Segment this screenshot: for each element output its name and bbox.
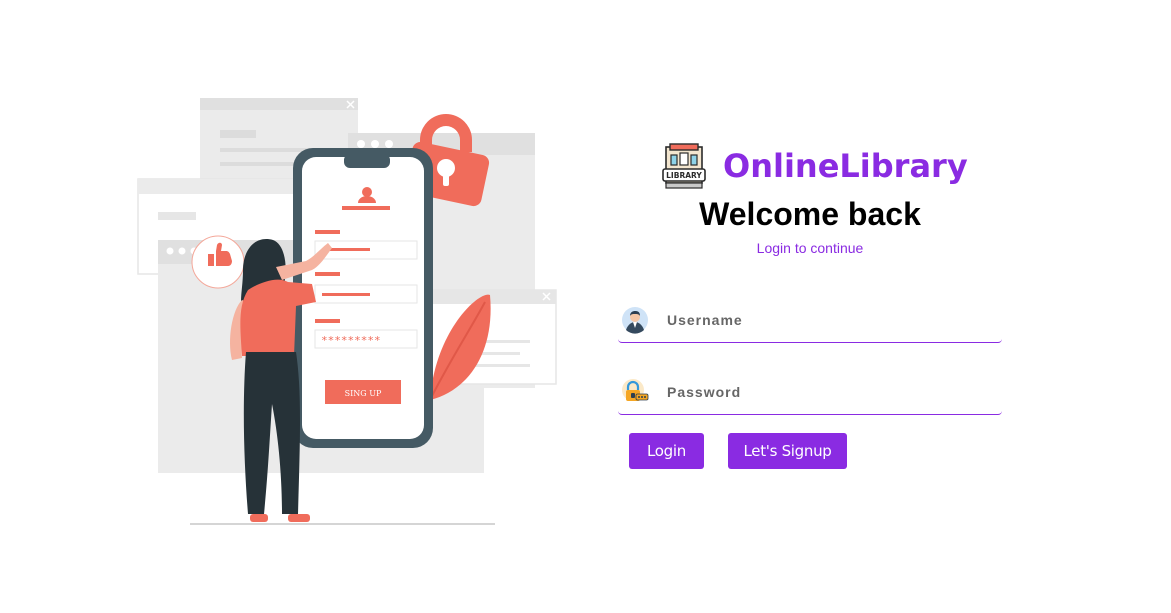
- brand-name: OnlineLibrary: [723, 147, 968, 185]
- signup-button[interactable]: Let's Signup: [728, 433, 847, 469]
- user-avatar-icon: [622, 307, 648, 334]
- page-subtitle: Login to continue: [756, 240, 864, 256]
- logo-text: LIBRARY: [666, 171, 702, 180]
- username-field[interactable]: [618, 298, 1002, 343]
- password-field[interactable]: [618, 370, 1002, 415]
- username-input[interactable]: [667, 312, 967, 328]
- brand-header: LIBRARY OnlineLibrary: [662, 142, 968, 190]
- login-illustration: ********* SING UP: [130, 90, 570, 535]
- library-building-icon: LIBRARY: [662, 143, 706, 189]
- login-page: ********* SING UP LIBRARY OnlineLibrary …: [0, 0, 1171, 613]
- padlock-key-icon: [622, 379, 649, 401]
- login-button[interactable]: Login: [629, 433, 704, 469]
- password-input[interactable]: [667, 384, 967, 400]
- phone-signup-label: SING UP: [345, 389, 382, 398]
- phone-password-mask: *********: [321, 334, 381, 347]
- page-title: Welcome back: [699, 196, 921, 232]
